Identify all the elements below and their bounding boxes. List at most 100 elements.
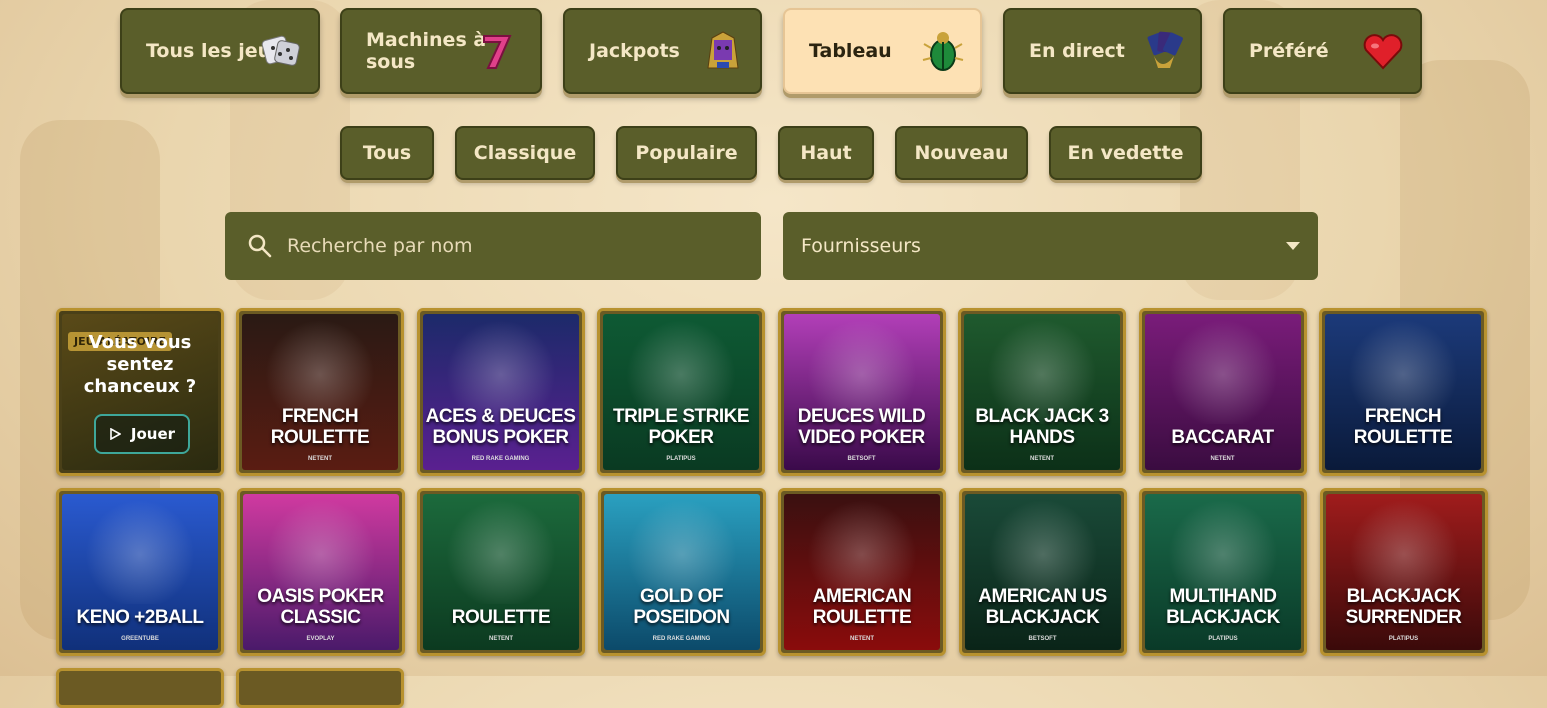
game-artwork: TRIPLE STRIKE POKER PLATIPUS (603, 314, 759, 470)
game-title: KENO +2BALL (76, 607, 205, 628)
game-title: MULTIHAND BLACKJACK (1166, 586, 1280, 628)
scarab-icon (922, 32, 964, 71)
dice-icon (261, 35, 300, 66)
game-provider: RED RAKE GAMING (471, 456, 530, 462)
game-tile[interactable]: AMERICAN US BLACKJACK BETSOFT (958, 488, 1127, 656)
game-artwork: GOLD OF POSEIDON RED RAKE GAMING (603, 494, 760, 650)
game-artwork: KENO +2BALL GREENTUBE (62, 494, 218, 650)
filter-new[interactable]: Nouveau (895, 126, 1028, 180)
game-tile[interactable]: BACCARAT NETENT (1138, 308, 1307, 476)
game-artwork: AMERICAN US BLACKJACK BETSOFT (964, 494, 1121, 650)
game-art-glow (1144, 314, 1301, 424)
game-tile[interactable]: AMERICAN ROULETTE NETENT (778, 488, 946, 656)
game-tile[interactable]: BLACKJACK SURRENDER PLATIPUS (1319, 488, 1488, 656)
game-provider: GREENTUBE (121, 636, 159, 642)
game-tile[interactable]: ACES & DEUCES BONUS POKER RED RAKE GAMING (416, 308, 585, 476)
heart-icon (1363, 34, 1403, 70)
filter-label: Haut (800, 142, 852, 164)
game-tile[interactable]: GOLD OF POSEIDON RED RAKE GAMING (597, 488, 766, 656)
game-title: FRENCH ROULETTE (1353, 406, 1453, 448)
game-tile[interactable]: KENO +2BALL GREENTUBE (56, 488, 224, 656)
providers-select-label: Fournisseurs (801, 235, 921, 257)
random-game-promo: JEU ALÉATOIRE Vous vous sentez chanceux … (56, 308, 224, 476)
game-artwork: BLACK JACK 3 HANDS NETENT (964, 314, 1120, 470)
game-title: OASIS POKER CLASSIC (257, 586, 384, 628)
game-title: AMERICAN US BLACKJACK (978, 586, 1107, 628)
category-favorites[interactable]: Préféré (1223, 8, 1422, 94)
filter-top[interactable]: Haut (778, 126, 874, 180)
category-table[interactable]: Tableau (783, 8, 982, 94)
game-tile-partial[interactable] (236, 668, 404, 708)
filter-label: Populaire (635, 142, 738, 164)
game-title: GOLD OF POSEIDON (633, 586, 730, 628)
game-artwork: ROULETTE NETENT (423, 494, 579, 650)
play-button[interactable]: Jouer (94, 414, 190, 454)
game-artwork: FRENCH ROULETTE NETENT (242, 314, 398, 470)
category-all-games[interactable]: Tous les jeux (120, 8, 320, 94)
game-tile[interactable]: MULTIHAND BLACKJACK PLATIPUS (1139, 488, 1307, 656)
filter-label: Classique (473, 142, 577, 164)
game-provider: BETSOFT (847, 456, 876, 462)
game-artwork: FRENCH ROULETTE (1325, 314, 1481, 470)
game-provider: PLATIPUS (1388, 636, 1419, 642)
providers-select[interactable]: Fournisseurs (783, 212, 1318, 280)
game-artwork: BLACKJACK SURRENDER PLATIPUS (1325, 494, 1482, 650)
game-tile[interactable]: ROULETTE NETENT (417, 488, 585, 656)
game-art-glow (62, 494, 218, 604)
game-provider: NETENT (850, 636, 874, 642)
chevron-down-icon (1286, 242, 1300, 250)
category-jackpots[interactable]: Jackpots (563, 8, 762, 94)
category-label: En direct (1029, 40, 1125, 62)
game-provider: NETENT (1210, 456, 1235, 462)
filter-popular[interactable]: Populaire (616, 126, 757, 180)
promo-text: Vous vous sentez chanceux ? (83, 332, 197, 397)
category-slots[interactable]: Machines à sous (340, 8, 542, 94)
game-title: BLACKJACK SURRENDER (1345, 586, 1462, 628)
game-title: ROULETTE (451, 607, 551, 628)
game-title: BLACK JACK 3 HANDS (975, 406, 1109, 448)
game-artwork: DEUCES WILD VIDEO POKER BETSOFT (783, 314, 940, 470)
game-title: TRIPLE STRIKE POKER (612, 406, 750, 448)
filter-featured[interactable]: En vedette (1049, 126, 1202, 180)
category-live[interactable]: En direct (1003, 8, 1202, 94)
category-label: Jackpots (589, 40, 680, 62)
search-icon (248, 234, 272, 258)
game-artwork: BACCARAT NETENT (1144, 314, 1301, 470)
category-label: Préféré (1249, 40, 1329, 62)
filter-label: Nouveau (914, 142, 1009, 164)
play-icon (110, 428, 121, 440)
pharaoh-icon (707, 31, 739, 69)
category-label: Tableau (809, 40, 892, 62)
filter-label: En vedette (1067, 142, 1184, 164)
game-title: BACCARAT (1171, 427, 1274, 448)
filter-label: Tous (362, 142, 412, 164)
game-tile[interactable]: BLACK JACK 3 HANDS NETENT (958, 308, 1126, 476)
game-tile[interactable]: FRENCH ROULETTE (1319, 308, 1487, 476)
game-provider: PLATIPUS (666, 456, 696, 462)
game-provider: RED RAKE GAMING (652, 636, 711, 642)
filter-classic[interactable]: Classique (455, 126, 595, 180)
game-tile[interactable]: OASIS POKER CLASSIC EVOPLAY (236, 488, 405, 656)
game-art-glow (423, 494, 579, 604)
game-tile[interactable]: FRENCH ROULETTE NETENT (236, 308, 404, 476)
seven-icon (483, 35, 512, 69)
search-input[interactable] (285, 234, 689, 258)
game-title: ACES & DEUCES BONUS POKER (425, 406, 576, 448)
background-decoration (0, 0, 1547, 676)
game-tile[interactable]: DEUCES WILD VIDEO POKER BETSOFT (777, 308, 946, 476)
game-title: AMERICAN ROULETTE (812, 586, 912, 628)
cards-hand-icon (1147, 31, 1183, 68)
game-provider: NETENT (308, 456, 332, 462)
game-title: FRENCH ROULETTE (270, 406, 370, 448)
game-provider: PLATIPUS (1208, 636, 1238, 642)
game-provider: NETENT (489, 636, 513, 642)
game-artwork: AMERICAN ROULETTE NETENT (784, 494, 940, 650)
game-tile-partial[interactable] (56, 668, 224, 708)
game-provider: EVOPLAY (306, 636, 335, 642)
game-provider: BETSOFT (1028, 636, 1057, 642)
filter-all[interactable]: Tous (340, 126, 434, 180)
game-artwork: OASIS POKER CLASSIC EVOPLAY (242, 494, 399, 650)
game-tile[interactable]: TRIPLE STRIKE POKER PLATIPUS (597, 308, 765, 476)
game-artwork: ACES & DEUCES BONUS POKER RED RAKE GAMING (422, 314, 579, 470)
game-title: DEUCES WILD VIDEO POKER (797, 406, 926, 448)
